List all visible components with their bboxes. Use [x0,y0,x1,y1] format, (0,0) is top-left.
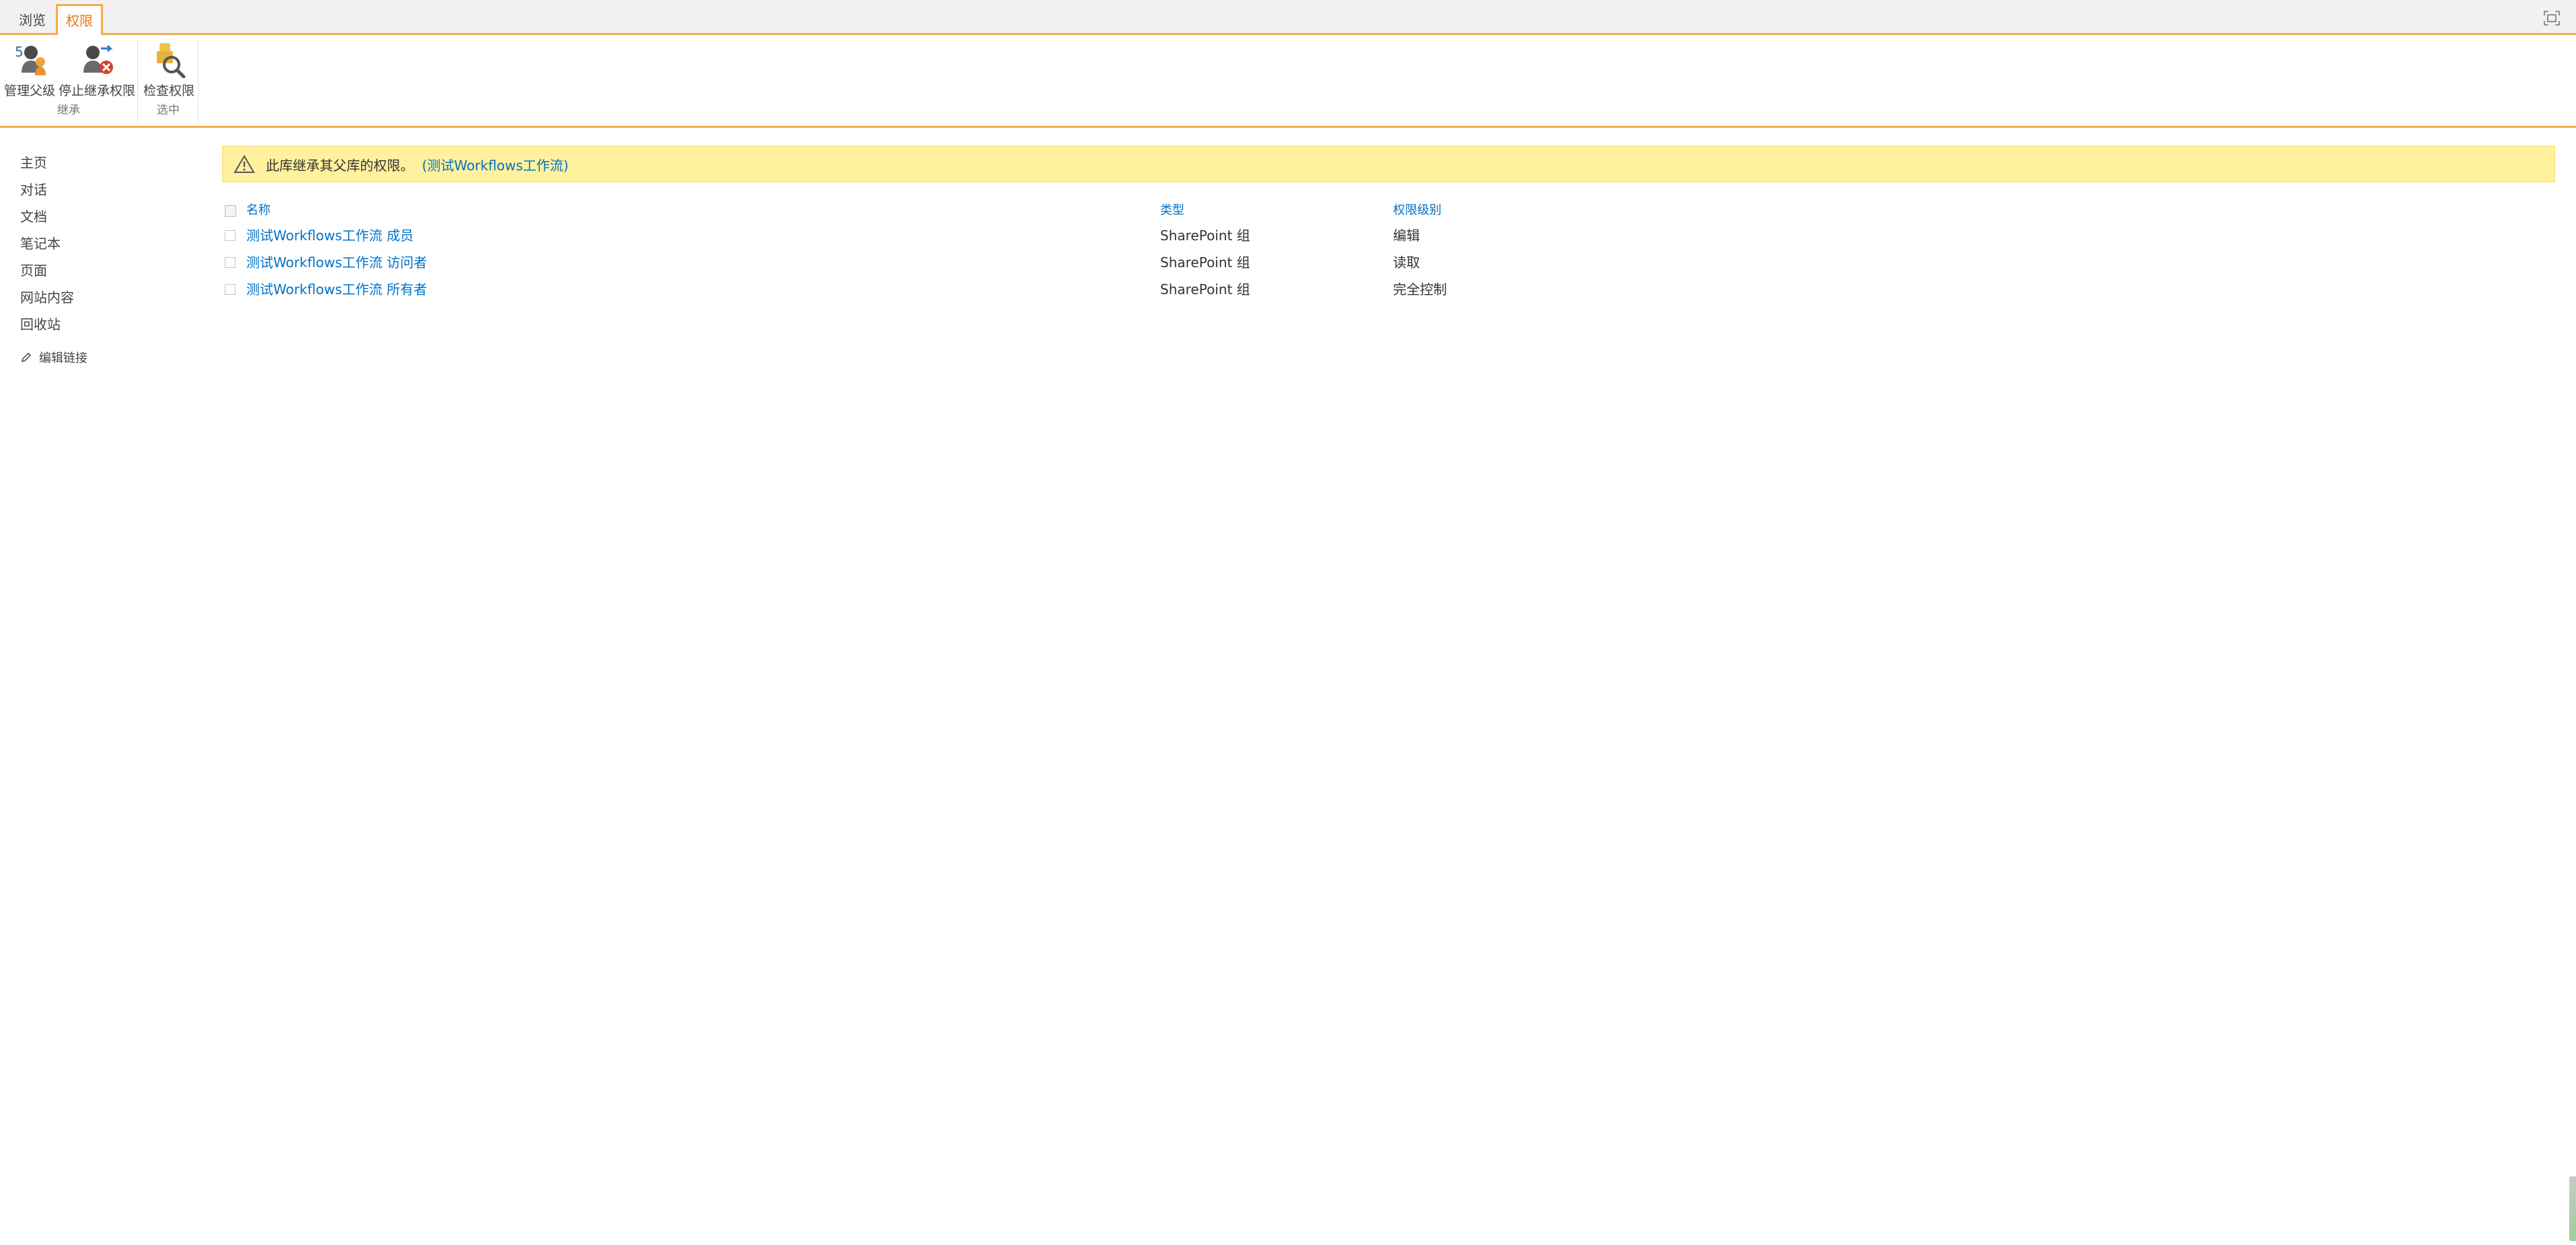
group-label-inheritance: 继承 [57,104,80,117]
quick-launch-nav: 主页 对话 文档 笔记本 页面 网站内容 回收站 编辑链接 [20,149,195,369]
group-name-link[interactable]: 测试Workflows工作流 访问者 [246,249,427,276]
ribbon: 5 管理父级 停止继承权限 继承 检查权限 选中 [0,35,2576,128]
group-type: SharePoint 组 [1160,281,1250,297]
permissions-table: 名称 类型 权限级别 测试Workflows工作流 成员 SharePoint … [225,202,1571,303]
tab-browse[interactable]: 浏览 [9,5,55,35]
pencil-icon [21,352,32,363]
nav-item-recycle-bin[interactable]: 回收站 [20,311,195,338]
manage-parent-button[interactable]: 5 管理父级 [3,42,57,99]
users-parent-icon: 5 [15,44,46,75]
table-row: 测试Workflows工作流 成员 SharePoint 组 编辑 [225,222,1571,249]
focus-on-content-icon[interactable] [2544,11,2560,26]
ribbon-tab-strip: 浏览 权限 [0,0,2576,37]
select-all-checkbox[interactable] [225,205,236,217]
group-type: SharePoint 组 [1160,254,1250,271]
svg-text:5: 5 [15,44,24,60]
check-permissions-icon [157,43,186,78]
group-type: SharePoint 组 [1160,227,1250,244]
parent-site-link[interactable]: (测试Workflows工作流) [422,155,569,174]
permission-level: 完全控制 [1393,281,1447,297]
row-checkbox[interactable] [225,257,236,268]
stop-inheritance-icon [83,44,113,74]
stop-inheriting-label: 停止继承权限 [58,83,135,98]
notice-message: 此库继承其父库的权限。 [266,157,414,174]
nav-item-home[interactable]: 主页 [20,149,195,176]
group-name-link[interactable]: 测试Workflows工作流 成员 [246,222,414,249]
group-name-link[interactable]: 测试Workflows工作流 所有者 [246,276,427,303]
check-permissions-button[interactable]: 检查权限 [143,42,195,99]
inheritance-notice: 此库继承其父库的权限。 (测试Workflows工作流) [222,146,2555,182]
ribbon-group-inheritance: 5 管理父级 停止继承权限 继承 [0,39,138,127]
nav-item-conversations[interactable]: 对话 [20,176,195,203]
nav-item-pages[interactable]: 页面 [20,257,195,284]
nav-item-documents[interactable]: 文档 [20,203,195,230]
edit-links-button[interactable]: 编辑链接 [20,346,195,369]
tab-permissions[interactable]: 权限 [56,4,103,37]
group-label-check: 选中 [157,104,180,117]
nav-item-site-contents[interactable]: 网站内容 [20,284,195,311]
nav-item-notebook[interactable]: 笔记本 [20,230,195,257]
permission-level: 编辑 [1393,227,1420,244]
stop-inheriting-button[interactable]: 停止继承权限 [58,42,136,99]
table-row: 测试Workflows工作流 访问者 SharePoint 组 读取 [225,249,1571,276]
manage-parent-label: 管理父级 [3,83,55,98]
column-header-permission-level[interactable]: 权限级别 [1393,202,1441,219]
page-scrollbar[interactable] [2569,1176,2576,1241]
column-header-name[interactable]: 名称 [246,202,271,219]
column-header-type[interactable]: 类型 [1160,202,1184,219]
table-header: 名称 类型 权限级别 [225,202,1571,219]
row-checkbox[interactable] [225,230,236,241]
ribbon-group-check: 检查权限 选中 [139,39,199,127]
table-row: 测试Workflows工作流 所有者 SharePoint 组 完全控制 [225,276,1571,303]
warning-icon [234,155,255,173]
row-checkbox[interactable] [225,284,236,295]
edit-links-label: 编辑链接 [39,351,87,365]
permission-level: 读取 [1393,254,1420,271]
check-permissions-label: 检查权限 [143,83,194,98]
